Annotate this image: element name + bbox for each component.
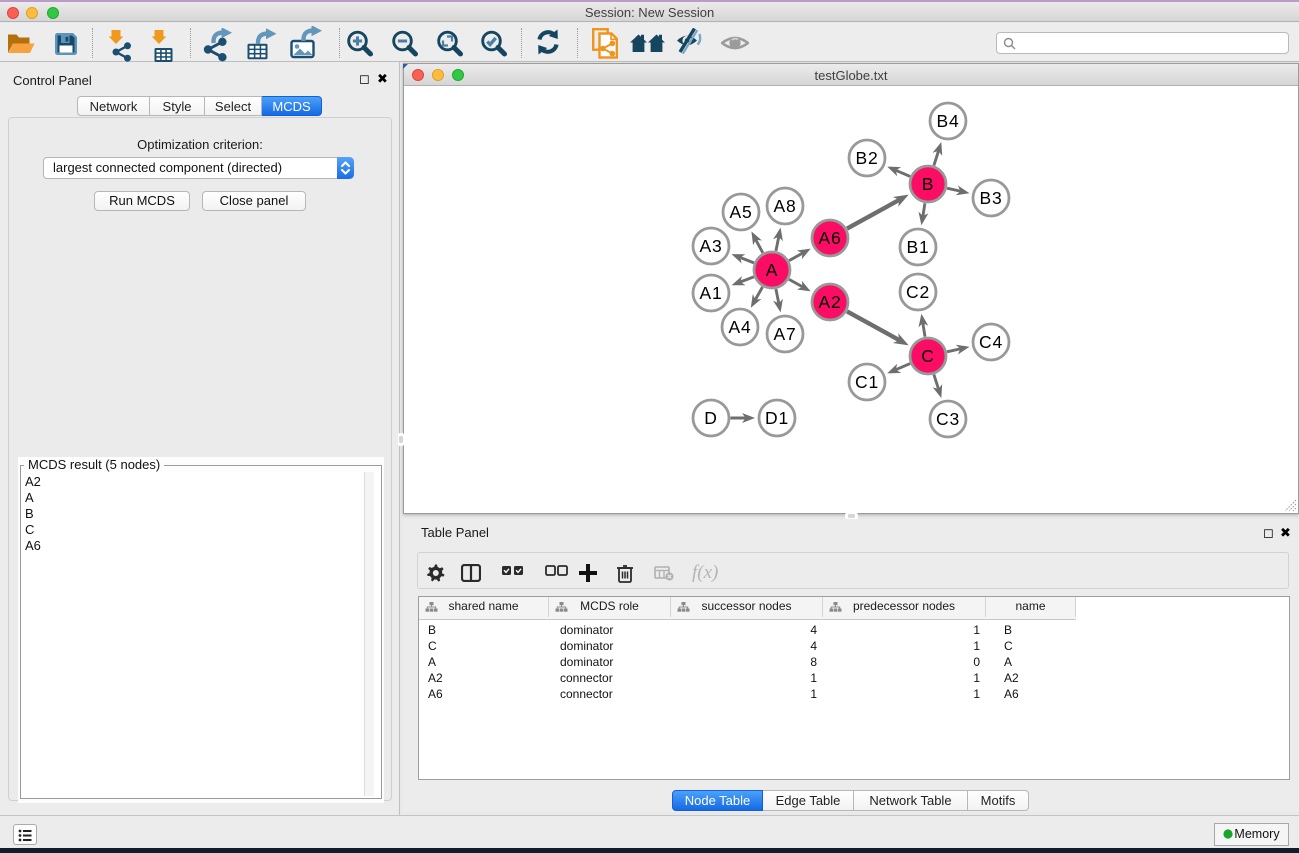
svg-text:A8: A8: [773, 196, 796, 216]
svg-text:A7: A7: [773, 324, 796, 344]
svg-text:C4: C4: [979, 332, 1003, 352]
svg-text:B4: B4: [936, 111, 959, 131]
svg-text:A: A: [766, 260, 778, 280]
svg-text:B2: B2: [855, 148, 878, 168]
svg-text:A4: A4: [728, 317, 751, 337]
svg-text:D: D: [704, 408, 717, 428]
svg-text:A5: A5: [729, 202, 752, 222]
svg-text:C: C: [921, 346, 934, 366]
svg-text:A6: A6: [818, 228, 841, 248]
svg-text:C1: C1: [855, 372, 879, 392]
svg-text:C2: C2: [906, 282, 930, 302]
svg-text:B: B: [922, 174, 934, 194]
svg-text:C3: C3: [936, 409, 960, 429]
svg-text:A2: A2: [818, 292, 841, 312]
svg-text:A1: A1: [699, 283, 722, 303]
svg-text:f(x): f(x): [692, 563, 718, 583]
svg-text:B3: B3: [979, 188, 1002, 208]
svg-text:B1: B1: [906, 237, 929, 257]
svg-text:D1: D1: [765, 408, 789, 428]
svg-text:A3: A3: [699, 236, 722, 256]
